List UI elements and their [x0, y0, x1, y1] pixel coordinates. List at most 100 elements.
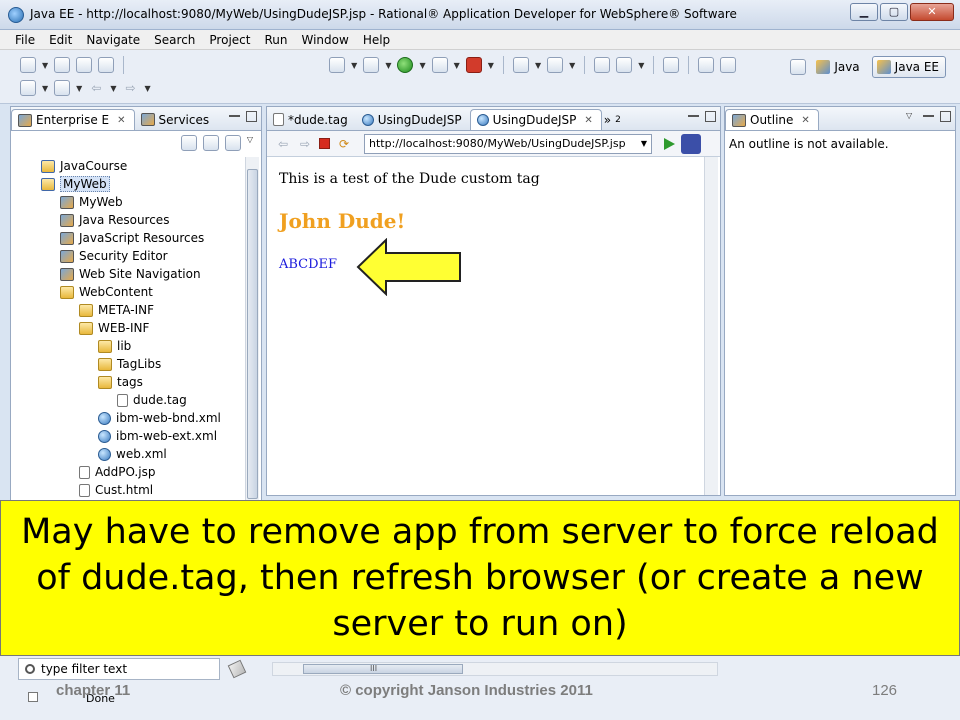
prev-annotation-icon[interactable]	[54, 80, 71, 96]
perspective-java[interactable]: Java	[812, 56, 865, 78]
minimize-panel-icon[interactable]	[923, 111, 934, 117]
save-all-icon[interactable]	[76, 57, 93, 73]
close-button[interactable]: ✕	[910, 3, 954, 21]
close-icon[interactable]: ✕	[117, 115, 125, 126]
close-icon[interactable]: ✕	[584, 115, 592, 126]
menu-window[interactable]: Window	[294, 33, 355, 47]
menu-search[interactable]: Search	[147, 33, 202, 47]
tree-item[interactable]: WebContent	[17, 283, 241, 301]
scrollbar-thumb[interactable]	[247, 169, 258, 499]
perspective-javaee[interactable]: Java EE	[871, 56, 946, 78]
url-field[interactable]: http://localhost:9080/MyWeb/UsingDudeJSP…	[364, 133, 652, 154]
menu-navigate[interactable]: Navigate	[79, 33, 147, 47]
ibm-browser-icon[interactable]	[681, 133, 701, 154]
stop-icon[interactable]	[319, 138, 330, 149]
go-icon[interactable]	[664, 137, 675, 150]
chevron-down-icon[interactable]: ▼	[42, 61, 48, 70]
chevron-down-icon[interactable]: ▼	[488, 61, 494, 70]
scrollbar-thumb[interactable]: III	[303, 664, 463, 674]
tree-item[interactable]: META-INF	[17, 301, 241, 319]
browser-scrollbar[interactable]	[704, 157, 718, 495]
tree-item[interactable]: ibm-web-ext.xml	[17, 427, 241, 445]
debug-icon[interactable]	[363, 57, 380, 73]
tree-item[interactable]: Web Site Navigation	[17, 265, 241, 283]
tab-outline[interactable]: Outline ✕	[725, 109, 819, 130]
chevron-down-icon[interactable]: ▼	[535, 61, 541, 70]
tab-overflow[interactable]: » 2	[602, 109, 623, 130]
view-menu-icon[interactable]: ▽	[906, 111, 917, 122]
tree-item[interactable]: tags	[17, 373, 241, 391]
maximize-panel-icon[interactable]	[705, 111, 716, 122]
tab-usingdudejsp-2[interactable]: UsingDudeJSP ✕	[469, 109, 602, 130]
print-icon[interactable]	[98, 57, 115, 73]
chevron-down-icon[interactable]: ▼	[385, 61, 391, 70]
back-arrow-icon[interactable]: ⇦	[88, 82, 104, 94]
run-icon[interactable]	[397, 57, 414, 73]
chevron-down-icon[interactable]: ▼	[110, 84, 116, 93]
tree-item[interactable]: MyWeb	[17, 175, 241, 193]
external-tools-icon[interactable]	[465, 57, 482, 73]
horizontal-scrollbar[interactable]: III	[272, 662, 718, 676]
chevron-down-icon[interactable]: ▼	[144, 84, 150, 93]
new-class-icon[interactable]	[547, 57, 564, 73]
pencil-icon[interactable]	[616, 57, 633, 73]
filter-input[interactable]: type filter text	[18, 658, 220, 680]
tab-dude-tag[interactable]: *dude.tag	[267, 109, 356, 130]
chevron-down-icon[interactable]: ▼	[638, 61, 644, 70]
tree-item[interactable]: Cust.html	[17, 481, 241, 499]
tree-item[interactable]: MyWeb	[17, 193, 241, 211]
clear-filter-icon[interactable]	[227, 659, 247, 679]
menu-run[interactable]: Run	[257, 33, 294, 47]
open-type-icon[interactable]	[594, 57, 611, 73]
chevron-down-icon[interactable]: ▼	[569, 61, 575, 70]
chevron-down-icon[interactable]: ▼	[419, 61, 425, 70]
tree-item[interactable]: WEB-INF	[17, 319, 241, 337]
tree-item[interactable]: JavaCourse	[17, 157, 241, 175]
next-annotation-icon[interactable]	[20, 80, 36, 96]
tree-item[interactable]: lib	[17, 337, 241, 355]
maximize-button[interactable]: ▢	[880, 3, 908, 21]
back-icon[interactable]: ⇦	[275, 138, 291, 150]
chevron-down-icon[interactable]: ▼	[641, 139, 647, 148]
chevron-down-icon[interactable]: ▼	[454, 61, 460, 70]
maximize-panel-icon[interactable]	[940, 111, 951, 122]
menu-help[interactable]: Help	[356, 33, 397, 47]
close-icon[interactable]: ✕	[801, 115, 809, 126]
chevron-down-icon[interactable]: ▼	[42, 84, 48, 93]
image-icon[interactable]	[698, 57, 715, 73]
chevron-down-icon[interactable]: ▼	[351, 61, 357, 70]
menu-project[interactable]: Project	[202, 33, 257, 47]
collapse-all-icon[interactable]	[180, 135, 197, 151]
minimize-panel-icon[interactable]	[229, 111, 240, 117]
new-java-icon[interactable]	[512, 57, 529, 73]
tab-enterprise-explorer[interactable]: Enterprise E ✕	[11, 109, 135, 130]
profile-icon[interactable]	[431, 57, 448, 73]
tree-item[interactable]: JavaScript Resources	[17, 229, 241, 247]
tree-item[interactable]: dude.tag	[17, 391, 241, 409]
forward-arrow-icon[interactable]: ⇨	[122, 82, 138, 94]
tree-item[interactable]: ibm-web-bnd.xml	[17, 409, 241, 427]
tree-item[interactable]: Java Resources	[17, 211, 241, 229]
chevron-down-icon[interactable]: ▼	[76, 84, 82, 93]
link-with-editor-icon[interactable]	[202, 135, 219, 151]
save-icon[interactable]	[54, 57, 71, 73]
forward-icon[interactable]: ⇨	[297, 138, 313, 150]
tree-item[interactable]: web.xml	[17, 445, 241, 463]
refresh-icon[interactable]: ⟳	[336, 138, 352, 150]
new-icon[interactable]	[20, 57, 36, 73]
tree-item[interactable]: Security Editor	[17, 247, 241, 265]
tab-usingdudejsp-1[interactable]: UsingDudeJSP	[356, 109, 470, 130]
view-menu-icon[interactable]	[224, 135, 241, 151]
tree-item[interactable]: AddPO.jsp	[17, 463, 241, 481]
minimize-panel-icon[interactable]	[688, 111, 699, 117]
menu-file[interactable]: File	[8, 33, 42, 47]
minimize-button[interactable]: ▁	[850, 3, 878, 21]
globe-icon[interactable]	[663, 57, 680, 73]
explorer-scrollbar[interactable]	[245, 157, 259, 501]
open-perspective-icon[interactable]	[790, 59, 807, 75]
tab-services[interactable]: Services	[135, 109, 218, 130]
chevron-down-icon[interactable]: ▽	[247, 135, 253, 151]
tree-item[interactable]: TagLibs	[17, 355, 241, 373]
maximize-panel-icon[interactable]	[246, 111, 257, 122]
web-tools-icon[interactable]	[720, 57, 737, 73]
